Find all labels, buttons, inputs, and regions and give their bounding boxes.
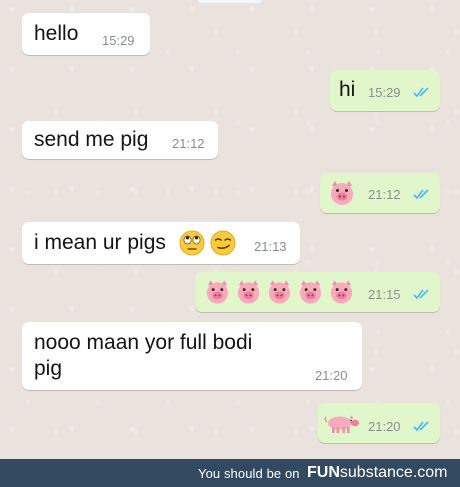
message-time: 21:13 [254, 239, 287, 254]
pig-emoji [324, 415, 359, 433]
message-time: 21:20 [368, 419, 401, 434]
smirking-face-emoji [210, 230, 236, 256]
chat-background: hello 15:29 hi 15:29 send me pig 21:12 2… [0, 0, 460, 459]
footer-brand-rest: substance.com [339, 464, 448, 481]
message-time: 21:12 [368, 187, 401, 202]
message-text: hello [34, 22, 79, 45]
message-time: 21:15 [368, 287, 401, 302]
incoming-message[interactable]: send me pig 21:12 [22, 121, 218, 159]
footer-brand-bold: FUN [307, 464, 340, 481]
footer-prefix: You should be on [198, 466, 300, 481]
outgoing-message[interactable]: 21:20 [318, 403, 440, 443]
incoming-message[interactable]: nooo maan yor full bodi pig 21:20 [22, 322, 362, 390]
pig-face-emoji [330, 280, 353, 304]
read-receipt-icon [413, 87, 429, 98]
pig-face-emoji [237, 280, 260, 304]
emoji-row [204, 279, 355, 305]
outgoing-message[interactable]: 21:12 [320, 173, 440, 213]
watermark-footer: You should be on FUNsubstance.com [0, 459, 460, 487]
read-receipt-icon [413, 189, 429, 200]
message-text: hi [339, 78, 356, 101]
read-receipt-icon [413, 289, 429, 300]
message-time: 15:29 [368, 85, 401, 100]
message-time: 15:29 [102, 33, 135, 48]
pig-face-emoji [268, 280, 291, 304]
rolling-eyes-emoji [179, 230, 205, 256]
read-receipt-icon [413, 421, 429, 432]
pig-face-emoji [331, 181, 353, 205]
message-text: i mean ur pigs [34, 231, 166, 254]
message-time: 21:12 [172, 136, 205, 151]
outgoing-message[interactable]: hi 15:29 [330, 70, 440, 111]
pig-face-emoji [299, 280, 322, 304]
message-text: send me pig [34, 128, 149, 151]
footer-brand[interactable]: FUNsubstance.com [307, 464, 448, 482]
message-time: 21:20 [315, 368, 348, 383]
message-text-line-2: pig [34, 357, 63, 380]
incoming-message[interactable]: hello 15:29 [22, 13, 150, 55]
pig-face-emoji [206, 280, 229, 304]
message-text-line-1: nooo maan yor full bodi [34, 331, 253, 354]
previous-message-edge [198, 0, 262, 3]
incoming-message[interactable]: i mean ur pigs 21:13 [22, 222, 300, 264]
outgoing-message[interactable]: 21:15 [195, 272, 440, 312]
